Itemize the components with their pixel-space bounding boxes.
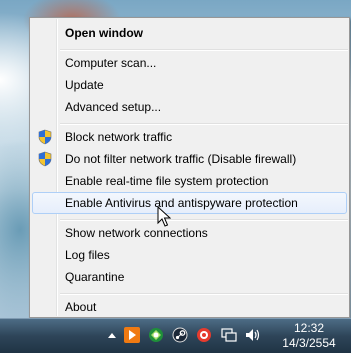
menu-item-advanced-setup[interactable]: Advanced setup... xyxy=(32,96,347,118)
menu-item-label: Block network traffic xyxy=(65,130,173,144)
taskbar: 12:32 14/3/2554 xyxy=(0,318,351,353)
network-icon[interactable] xyxy=(221,327,237,343)
menu-item-show-network-connections[interactable]: Show network connections xyxy=(32,222,347,244)
menu-separator xyxy=(60,293,348,295)
menu-separator xyxy=(60,49,348,51)
uac-shield-icon xyxy=(38,129,52,145)
volume-icon[interactable] xyxy=(245,327,261,343)
menu-item-label: Open window xyxy=(65,26,143,40)
clock-date: 14/3/2554 xyxy=(282,336,336,350)
menu-item-label: Enable Antivirus and antispyware protect… xyxy=(65,196,298,210)
tray-context-menu: Open window Computer scan... Update Adva… xyxy=(29,17,350,318)
menu-item-label: Computer scan... xyxy=(65,56,157,70)
menu-item-computer-scan[interactable]: Computer scan... xyxy=(32,52,347,74)
menu-item-label: About xyxy=(65,300,97,314)
steam-icon[interactable] xyxy=(172,327,188,343)
menu-item-label: Advanced setup... xyxy=(65,100,162,114)
taskbar-clock[interactable]: 12:32 14/3/2554 xyxy=(270,321,348,351)
menu-item-open-window[interactable]: Open window xyxy=(32,22,347,44)
menu-item-label: Show network connections xyxy=(65,226,208,240)
menu-item-label: Do not filter network traffic (Disable f… xyxy=(65,152,297,166)
menu-item-about[interactable]: About xyxy=(32,296,347,318)
menu-item-quarantine[interactable]: Quarantine xyxy=(32,266,347,288)
menu-item-enable-antivirus[interactable]: Enable Antivirus and antispyware protect… xyxy=(32,192,347,214)
menu-item-label: Log files xyxy=(65,248,110,262)
antivirus-red-icon[interactable] xyxy=(196,327,212,343)
menu-item-disable-firewall[interactable]: Do not filter network traffic (Disable f… xyxy=(32,148,347,170)
menu-item-update[interactable]: Update xyxy=(32,74,347,96)
menu-item-log-files[interactable]: Log files xyxy=(32,244,347,266)
menu-item-enable-realtime-protection[interactable]: Enable real-time file system protection xyxy=(32,170,347,192)
menu-item-label: Update xyxy=(65,78,104,92)
eset-tray-icon[interactable] xyxy=(148,327,164,343)
media-player-icon[interactable] xyxy=(124,327,140,343)
menu-separator xyxy=(60,219,348,221)
menu-separator xyxy=(60,123,348,125)
show-hidden-icons-arrow-icon[interactable] xyxy=(104,327,120,343)
menu-item-label: Enable real-time file system protection xyxy=(65,174,269,188)
menu-item-label: Quarantine xyxy=(65,270,125,284)
clock-time: 12:32 xyxy=(293,321,325,335)
uac-shield-icon xyxy=(38,151,52,167)
mouse-cursor-icon xyxy=(157,206,171,227)
menu-item-block-network-traffic[interactable]: Block network traffic xyxy=(32,126,347,148)
